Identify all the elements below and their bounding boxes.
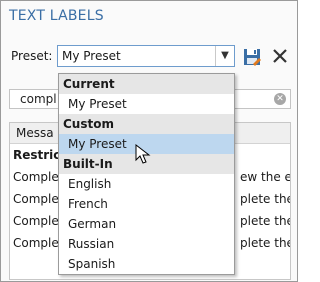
- option-spanish[interactable]: Spanish: [59, 254, 234, 274]
- option-current-my-preset[interactable]: My Preset: [59, 94, 234, 114]
- option-german[interactable]: German: [59, 214, 234, 234]
- row-value: ew the er: [240, 170, 290, 184]
- section-header-custom: Custom: [59, 114, 234, 134]
- search-input-value: compl: [20, 92, 57, 106]
- option-english[interactable]: English: [59, 174, 234, 194]
- row-label: Comple: [13, 214, 59, 228]
- clear-icon[interactable]: ✕: [274, 93, 286, 105]
- row-label: Comple: [13, 236, 59, 250]
- row-value: plete the: [240, 236, 291, 250]
- close-icon[interactable]: [272, 48, 288, 64]
- preset-dropdown[interactable]: My Preset ▼: [57, 45, 235, 67]
- mouse-cursor-icon: [135, 144, 151, 164]
- column-header-message[interactable]: Messa: [16, 126, 54, 140]
- row-value: plete the: [240, 192, 291, 206]
- option-french[interactable]: French: [59, 194, 234, 214]
- row-label: Comple: [13, 170, 59, 184]
- row-label: Comple: [13, 192, 59, 206]
- save-icon[interactable]: [243, 48, 261, 66]
- row-value: plete the: [240, 214, 291, 228]
- preset-value: My Preset: [62, 49, 121, 63]
- preset-dropdown-list: Current My Preset Custom My Preset Built…: [58, 73, 235, 275]
- preset-label: Preset:: [11, 49, 53, 63]
- chevron-down-icon[interactable]: ▼: [215, 46, 234, 66]
- section-header-current: Current: [59, 74, 234, 94]
- text-labels-panel: TEXT LABELS Preset: My Preset ▼ compl ✕ …: [0, 0, 298, 282]
- option-russian[interactable]: Russian: [59, 234, 234, 254]
- panel-title: TEXT LABELS: [9, 8, 104, 24]
